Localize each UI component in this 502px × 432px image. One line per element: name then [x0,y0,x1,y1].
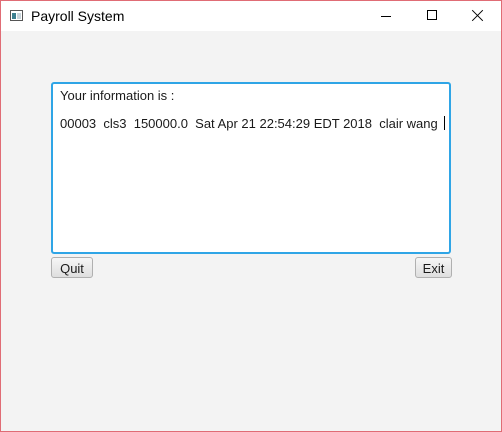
quit-button[interactable]: Quit [51,257,93,278]
window-title: Payroll System [31,8,125,24]
info-header: Your information is : [60,88,175,103]
info-text-area[interactable]: Your information is : 00003 cls3 150000.… [51,82,451,254]
maximize-button[interactable] [409,1,455,31]
app-window-icon [10,10,23,21]
info-record-line: 00003 cls3 150000.0 Sat Apr 21 22:54:29 … [60,115,445,133]
minimize-icon [381,16,391,17]
text-caret [443,116,445,130]
close-button[interactable] [455,1,501,31]
minimize-button[interactable] [363,1,409,31]
info-record: 00003 cls3 150000.0 Sat Apr 21 22:54:29 … [60,116,438,131]
app-window: Payroll System Your information is : 000… [0,0,502,432]
exit-button[interactable]: Exit [415,257,452,278]
close-icon [472,9,484,21]
title-bar[interactable]: Payroll System [1,1,501,31]
maximize-icon [427,10,437,20]
